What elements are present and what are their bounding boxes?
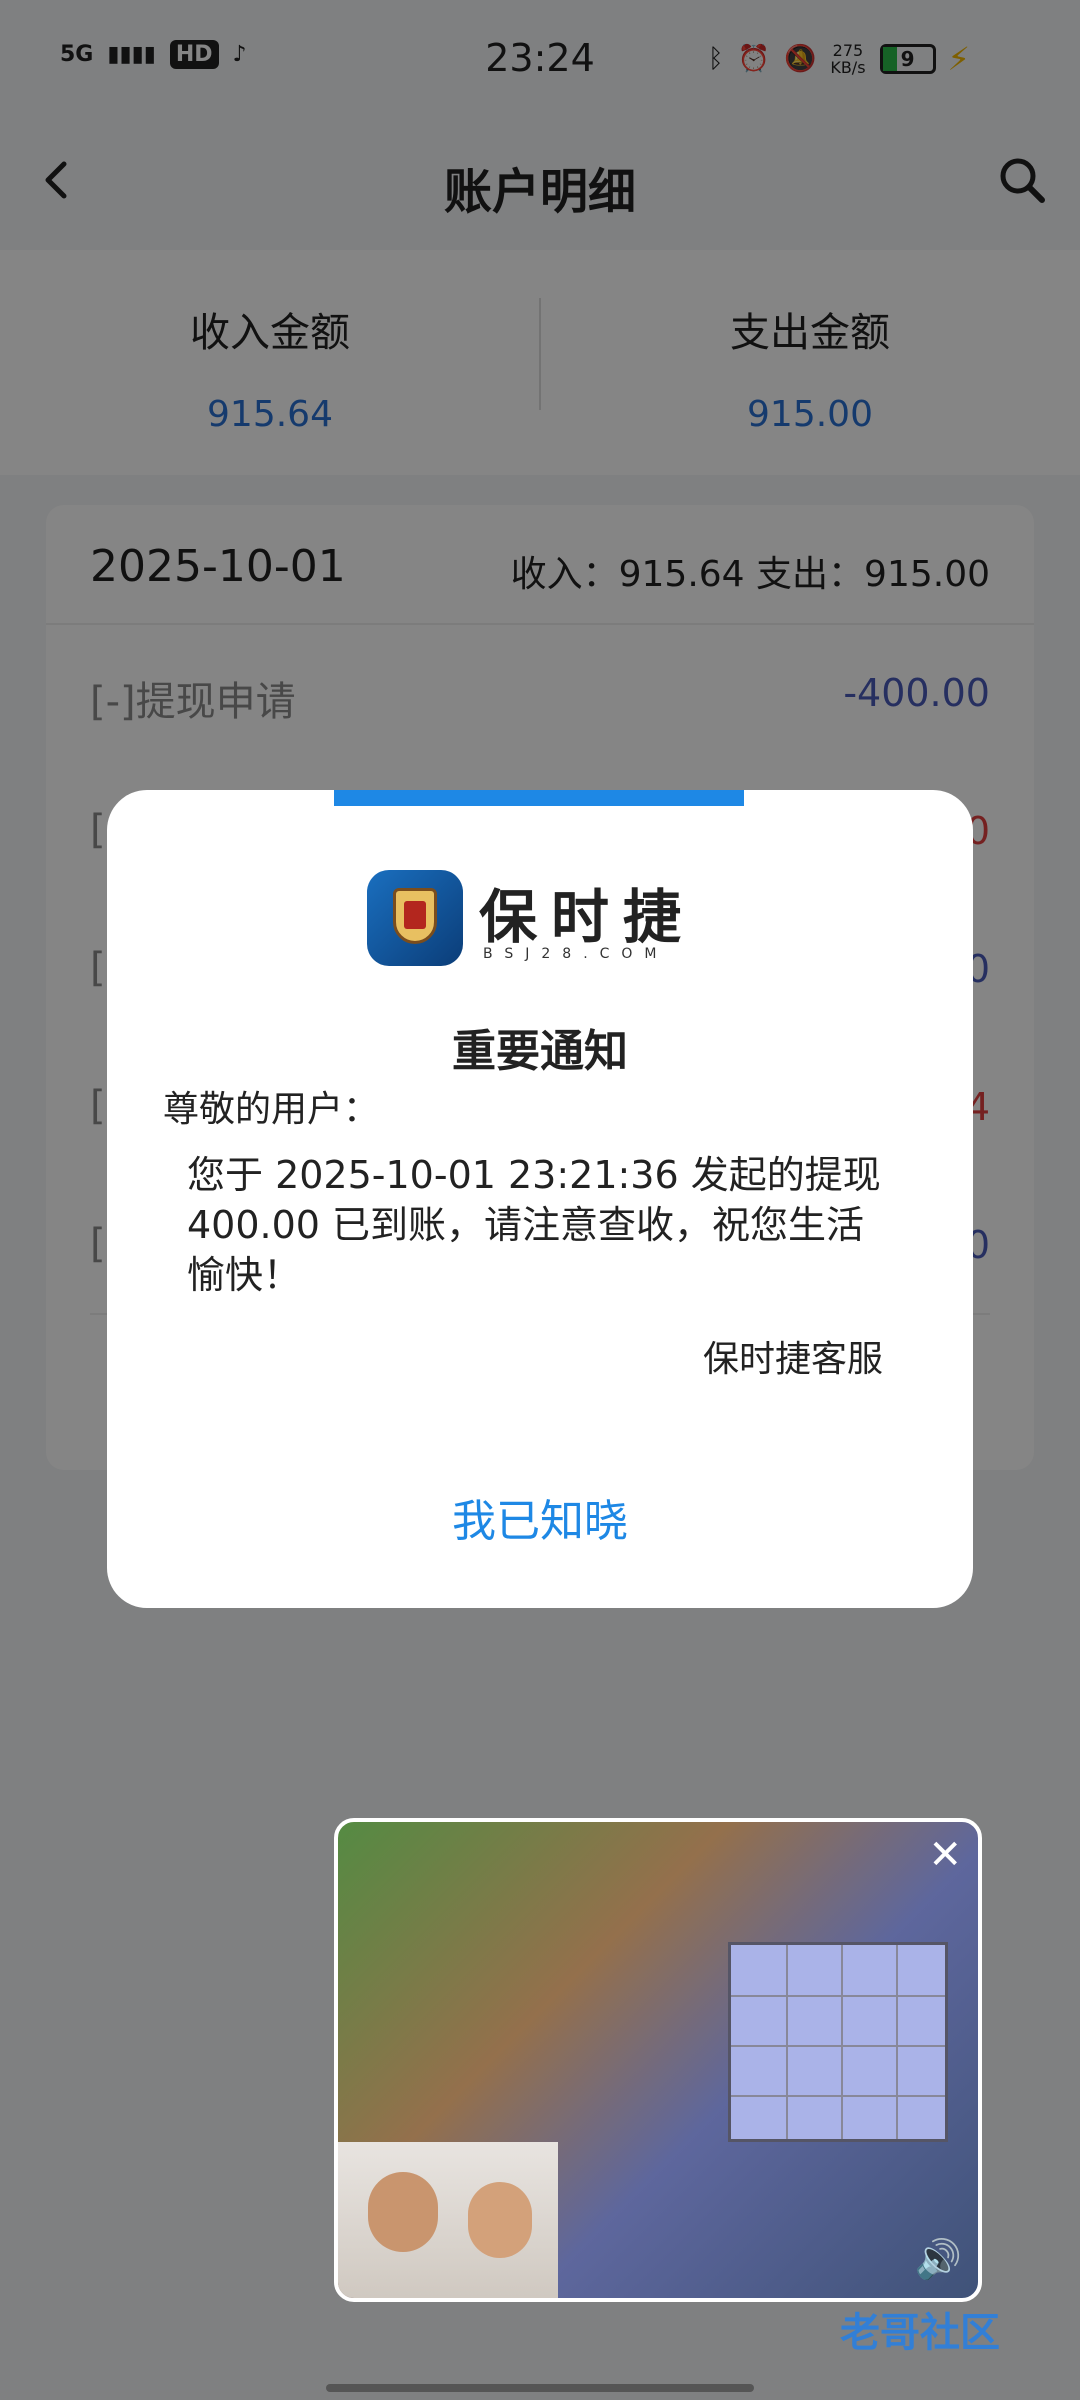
home-indicator[interactable] xyxy=(326,2384,754,2392)
brand-name: 保时捷 xyxy=(479,883,696,951)
notice-signature: 保时捷客服 xyxy=(702,1339,883,1380)
streamer-camera xyxy=(338,2142,558,2298)
notice-message: 您于 2025-10-01 23:21:36 发起的提现 400.00 已到账，… xyxy=(187,1153,881,1297)
volume-icon[interactable]: 🔊 xyxy=(915,2237,962,2282)
acknowledge-button[interactable]: 我已知晓 xyxy=(107,1485,973,1549)
video-pip[interactable]: ✕ 🔊 xyxy=(334,1818,982,2302)
close-icon[interactable]: ✕ xyxy=(928,1832,962,1878)
notice-title: 重要通知 xyxy=(452,1026,628,1077)
brand-header: 保时捷 BSJ28.COM xyxy=(367,870,727,970)
brand-logo-icon xyxy=(367,870,463,966)
game-inventory-panel xyxy=(728,1942,948,2142)
dialog-accent-bar xyxy=(334,790,744,806)
notice-greeting: 尊敬的用户： xyxy=(163,1089,380,1130)
watermark: 老哥社区 xyxy=(840,2310,1000,2356)
streamer-face xyxy=(368,2172,438,2252)
notice-dialog: 保时捷 BSJ28.COM 重要通知 尊敬的用户： 您于 2025-10-01 … xyxy=(107,790,973,1608)
streamer-face xyxy=(468,2182,532,2258)
brand-domain: BSJ28.COM xyxy=(483,946,669,962)
